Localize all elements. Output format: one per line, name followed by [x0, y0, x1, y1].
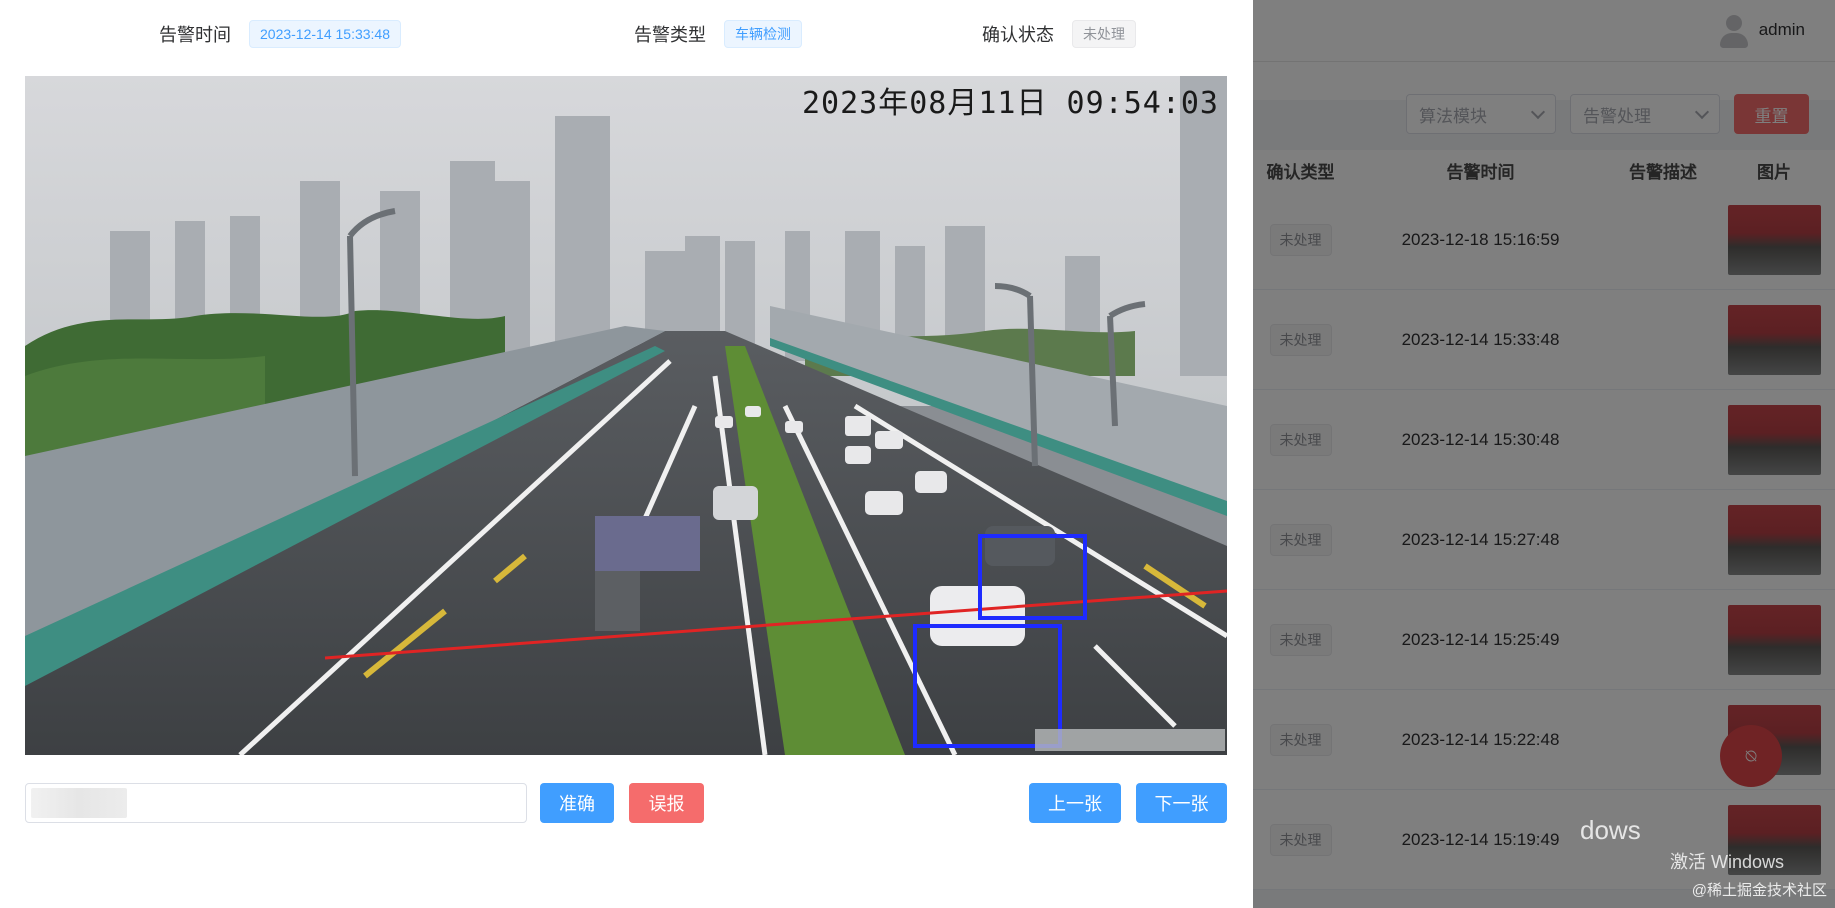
next-image-button[interactable]: 下一张 — [1136, 783, 1227, 823]
alarm-time-label: 告警时间 — [159, 25, 231, 45]
activation-watermark-subtitle: 激活 Windows — [1670, 852, 1785, 872]
activation-watermark: dows — [1580, 815, 1641, 845]
prev-image-button[interactable]: 上一张 — [1029, 783, 1121, 823]
confirm-status-label: 确认状态 — [982, 25, 1054, 45]
confirm-status-info: 确认状态 未处理 — [982, 18, 1136, 50]
alarm-time-tag: 2023-12-14 15:33:48 — [249, 20, 401, 48]
alarm-type-label: 告警类型 — [634, 25, 706, 45]
alarm-type-info: 告警类型 车辆检测 — [634, 18, 802, 50]
alarm-type-tag: 车辆检测 — [724, 20, 802, 48]
site-credit: @稀土掘金技术社区 — [1691, 882, 1827, 899]
alarm-snapshot[interactable]: 2023年08月11日 09:54:03 — [25, 76, 1227, 755]
remark-blurred-content — [31, 788, 127, 818]
traffic-camera-image — [25, 76, 1227, 755]
accurate-button[interactable]: 准确 — [540, 783, 614, 823]
alarm-info-row: 告警时间 2023-12-14 15:33:48 告警类型 车辆检测 确认状态 … — [0, 18, 1253, 50]
alarm-time-info: 告警时间 2023-12-14 15:33:48 — [159, 18, 401, 50]
alarm-detail-dialog: 告警时间 2023-12-14 15:33:48 告警类型 车辆检测 确认状态 … — [0, 0, 1253, 908]
false-alarm-button[interactable]: 误报 — [629, 783, 704, 823]
confirm-status-tag: 未处理 — [1072, 20, 1136, 48]
action-row: 准确 误报 上一张 下一张 — [25, 783, 1227, 823]
camera-timestamp: 2023年08月11日 09:54:03 — [801, 86, 1219, 121]
